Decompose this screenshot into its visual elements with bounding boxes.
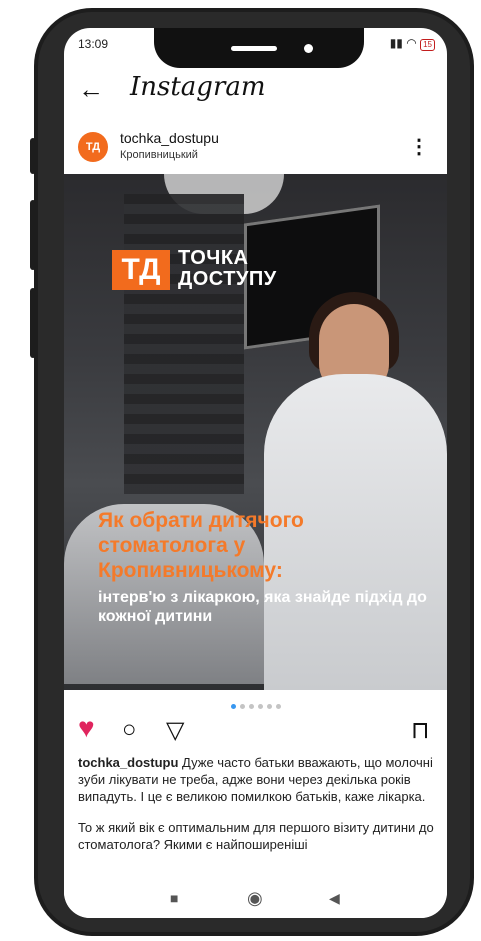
image-subline: інтерв'ю з лікаркою, яка знайде підхід д… (98, 589, 427, 625)
side-button-volume-down (30, 288, 36, 358)
save-icon[interactable]: ⊏ (406, 720, 435, 740)
logo-line-1: ТОЧКА (178, 247, 249, 269)
home-button[interactable]: ◉ (247, 888, 263, 909)
status-time: 13:09 (78, 37, 109, 51)
logo-mark: ТД (112, 250, 170, 290)
battery-icon: 15 (420, 39, 435, 51)
app-bar: ← Instagram (64, 68, 447, 112)
carousel-dot (239, 704, 245, 709)
signal-icon: ▮▮ (389, 36, 403, 50)
image-headline: Як обрати дитячого стоматолога у Кропивн… (98, 509, 304, 582)
side-button-volume-up (30, 200, 36, 270)
recents-button[interactable]: ■ (170, 890, 178, 906)
post-username[interactable]: tochka_dostupu (120, 130, 219, 146)
notch (154, 28, 364, 68)
front-camera (304, 44, 313, 53)
post-image[interactable]: ТД ТОЧКА ДОСТУПУ Як обрати дитячого стом… (64, 174, 447, 690)
window-blinds (124, 194, 244, 494)
more-options-icon[interactable]: ⋮ (409, 134, 429, 159)
side-button-top (30, 138, 36, 174)
carousel-dot (248, 704, 254, 709)
comment-icon[interactable]: ○ (122, 716, 137, 744)
back-arrow-icon[interactable]: ← (78, 74, 104, 105)
caption-paragraph-2: То ж який вік є оптимальним для першого … (78, 820, 434, 852)
instagram-logo: Instagram (130, 72, 266, 102)
caption-paragraph-1: tochka_dostupu Дуже часто батьки вважают… (78, 754, 438, 805)
android-nav-bar: ■ ◉ ◀ (64, 878, 447, 918)
post-caption: tochka_dostupu Дуже часто батьки вважают… (78, 754, 438, 867)
carousel-dot (266, 704, 272, 709)
status-icons: ▮▮ ◠ 15 (390, 36, 435, 51)
carousel-dot (257, 704, 263, 709)
like-icon[interactable]: ♥ (78, 712, 95, 744)
logo-text: ТОЧКА ДОСТУПУ (178, 248, 318, 290)
post-location[interactable]: Кропивницький (120, 149, 198, 161)
avatar[interactable]: ТД (78, 132, 108, 162)
phone-screen: 13:09 ▮▮ ◠ 15 ← Instagram ТД tochka_dost… (64, 28, 447, 918)
speaker (231, 46, 277, 51)
post-header: ТД tochka_dostupu Кропивницький ⋮ (64, 124, 447, 172)
logo-line-2: ДОСТУПУ (178, 268, 277, 290)
carousel-dot (275, 704, 281, 709)
caption-username[interactable]: tochka_dostupu (78, 755, 178, 770)
carousel-dot (230, 704, 236, 709)
share-icon[interactable]: ▽ (166, 716, 184, 745)
wifi-icon: ◠ (406, 36, 417, 50)
post-actions: ♥ ○ ▽ ⊏ (64, 712, 447, 752)
system-back-button[interactable]: ◀ (329, 890, 340, 907)
